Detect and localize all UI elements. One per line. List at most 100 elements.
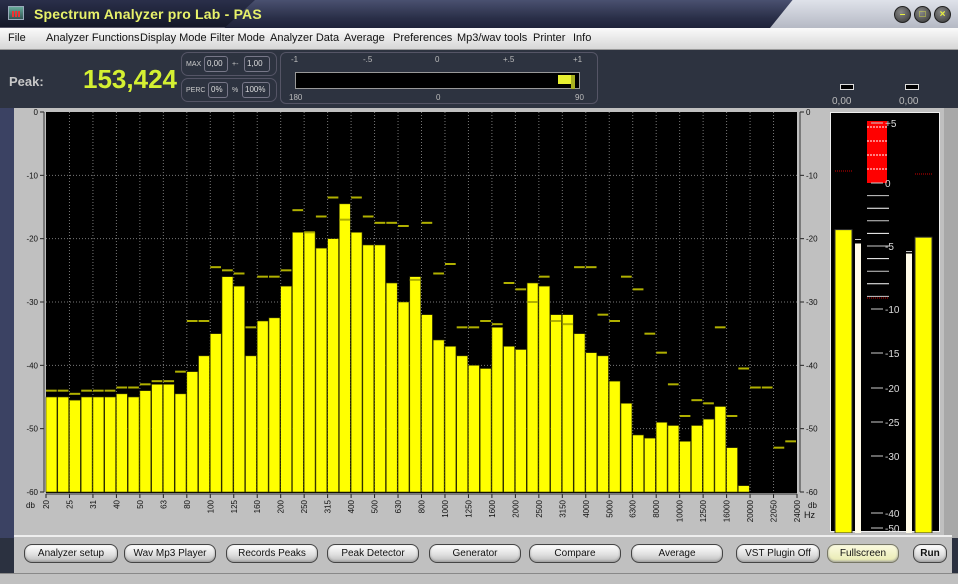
peak-hold-marker [128,386,139,389]
spectrum-bar [397,301,410,493]
peak-hold-marker [761,386,773,389]
vu-scale-label: -10 [885,305,900,316]
peak-hold-marker [644,332,656,335]
vu-left-level-bar [834,229,853,534]
x-tick-label: 1600 [488,499,497,517]
peak-hold-marker [456,326,468,329]
x-tick-label: 2500 [535,499,544,517]
x-tick-label: 22050 [770,499,779,522]
spectrum-bar [256,320,269,493]
spectrum-bar [479,368,492,493]
spectrum-bar [116,393,128,493]
y-tick-label-right: 0 [806,108,811,117]
spectrum-bar [104,396,116,493]
peak-hold-marker [398,225,409,227]
spectrum-bar [526,282,539,493]
spectrum-bar [655,422,668,493]
peak-hold-marker [233,272,245,275]
status-strip [0,573,958,584]
spectrum-bar [714,406,727,493]
wav-mp3-player-button[interactable]: Wav Mp3 Player [124,544,216,563]
run-button[interactable]: Run [913,544,947,563]
peak-hold-marker [374,221,386,224]
x-tick-label: 31 [89,499,98,508]
peak-hold-marker [104,389,116,392]
peak-hold-marker [726,415,738,417]
peak-hold-marker [163,380,175,383]
spectrum-bar [233,285,245,493]
spectrum-bar [209,333,222,493]
spectrum-bar [45,396,58,493]
peak-hold-marker [245,326,257,329]
x-tick-label: 400 [347,499,356,513]
peak-hold-marker [691,399,703,402]
average-button[interactable]: Average [631,544,723,563]
x-tick-label: 630 [394,499,403,513]
peak-hold-marker [257,275,268,278]
peak-hold-marker [57,389,69,392]
generator-button[interactable]: Generator [429,544,521,563]
peak-hold-marker [339,218,351,221]
x-tick-label: 315 [324,499,333,513]
bottom-toolbar: Analyzer setup Wav Mp3 Player Records Pe… [14,535,952,573]
y-axis-label-left: db [26,501,35,510]
vu-scale-label: -15 [885,349,900,360]
x-tick-label: 80 [183,499,192,508]
spectrum-bar [444,346,457,493]
peak-detector-button[interactable]: Peak Detector [327,544,419,563]
peak-hold-marker [703,402,714,405]
x-axis-label: Hz [804,510,815,520]
x-tick-label: 125 [230,499,239,513]
peak-hold-marker [327,196,339,199]
spectrum-bar [573,333,586,493]
y-tick-label-right: -40 [806,361,818,370]
peak-hold-marker [292,209,304,212]
records-peaks-button[interactable]: Records Peaks [226,544,318,563]
spectrum-bar [385,282,398,493]
x-tick-label: 50 [136,499,145,508]
vu-scale-label: -50 [885,524,900,533]
vu-scale-label: -25 [885,418,900,429]
vu-scale-label: -40 [885,509,900,520]
peak-hold-marker [116,386,128,389]
peak-hold-marker [81,389,92,392]
vst-plugin-button[interactable]: VST Plugin Off [736,544,820,563]
spectrum-bar [280,285,292,493]
spectrum-bar [515,349,527,493]
spectrum-bar [468,365,480,493]
x-tick-label: 100 [206,499,215,513]
y-tick-label-right: -10 [806,171,818,180]
peak-hold-marker [69,392,81,395]
peak-hold-marker [609,320,620,322]
spectrum-bar [151,384,163,493]
spectrum-bar [409,276,421,493]
x-tick-label: 40 [112,499,121,508]
y-tick-label-right: -30 [806,298,818,307]
fullscreen-button[interactable]: Fullscreen [827,544,899,563]
peak-hold-marker [667,383,679,386]
y-tick-label-left: -50 [26,425,38,434]
peak-hold-marker [468,326,480,329]
x-tick-label: 4000 [582,499,591,517]
peak-hold-marker [351,196,362,199]
spectrum-bar [57,396,69,493]
spectrum-bar [174,393,187,493]
peak-hold-marker [409,278,421,281]
y-tick-label-right: -60 [806,488,818,497]
spectrum-bar [221,276,234,493]
vu-left-peak-bar [855,243,861,534]
spectrum-bar [644,437,656,493]
y-tick-label-left: 0 [34,108,39,117]
peak-hold-marker [268,275,280,278]
spectrum-bar [69,399,81,493]
analyzer-setup-button[interactable]: Analyzer setup [24,544,118,563]
x-tick-label: 1000 [441,499,450,517]
x-tick-label: 3150 [558,499,567,517]
vu-scale-label: -20 [885,384,900,395]
vu-scale-label: +5 [885,119,897,130]
peak-hold-marker [480,320,491,322]
peak-hold-marker [222,269,233,272]
spectrum-bar [702,418,715,493]
compare-button[interactable]: Compare [529,544,621,563]
peak-hold-marker [198,320,210,322]
